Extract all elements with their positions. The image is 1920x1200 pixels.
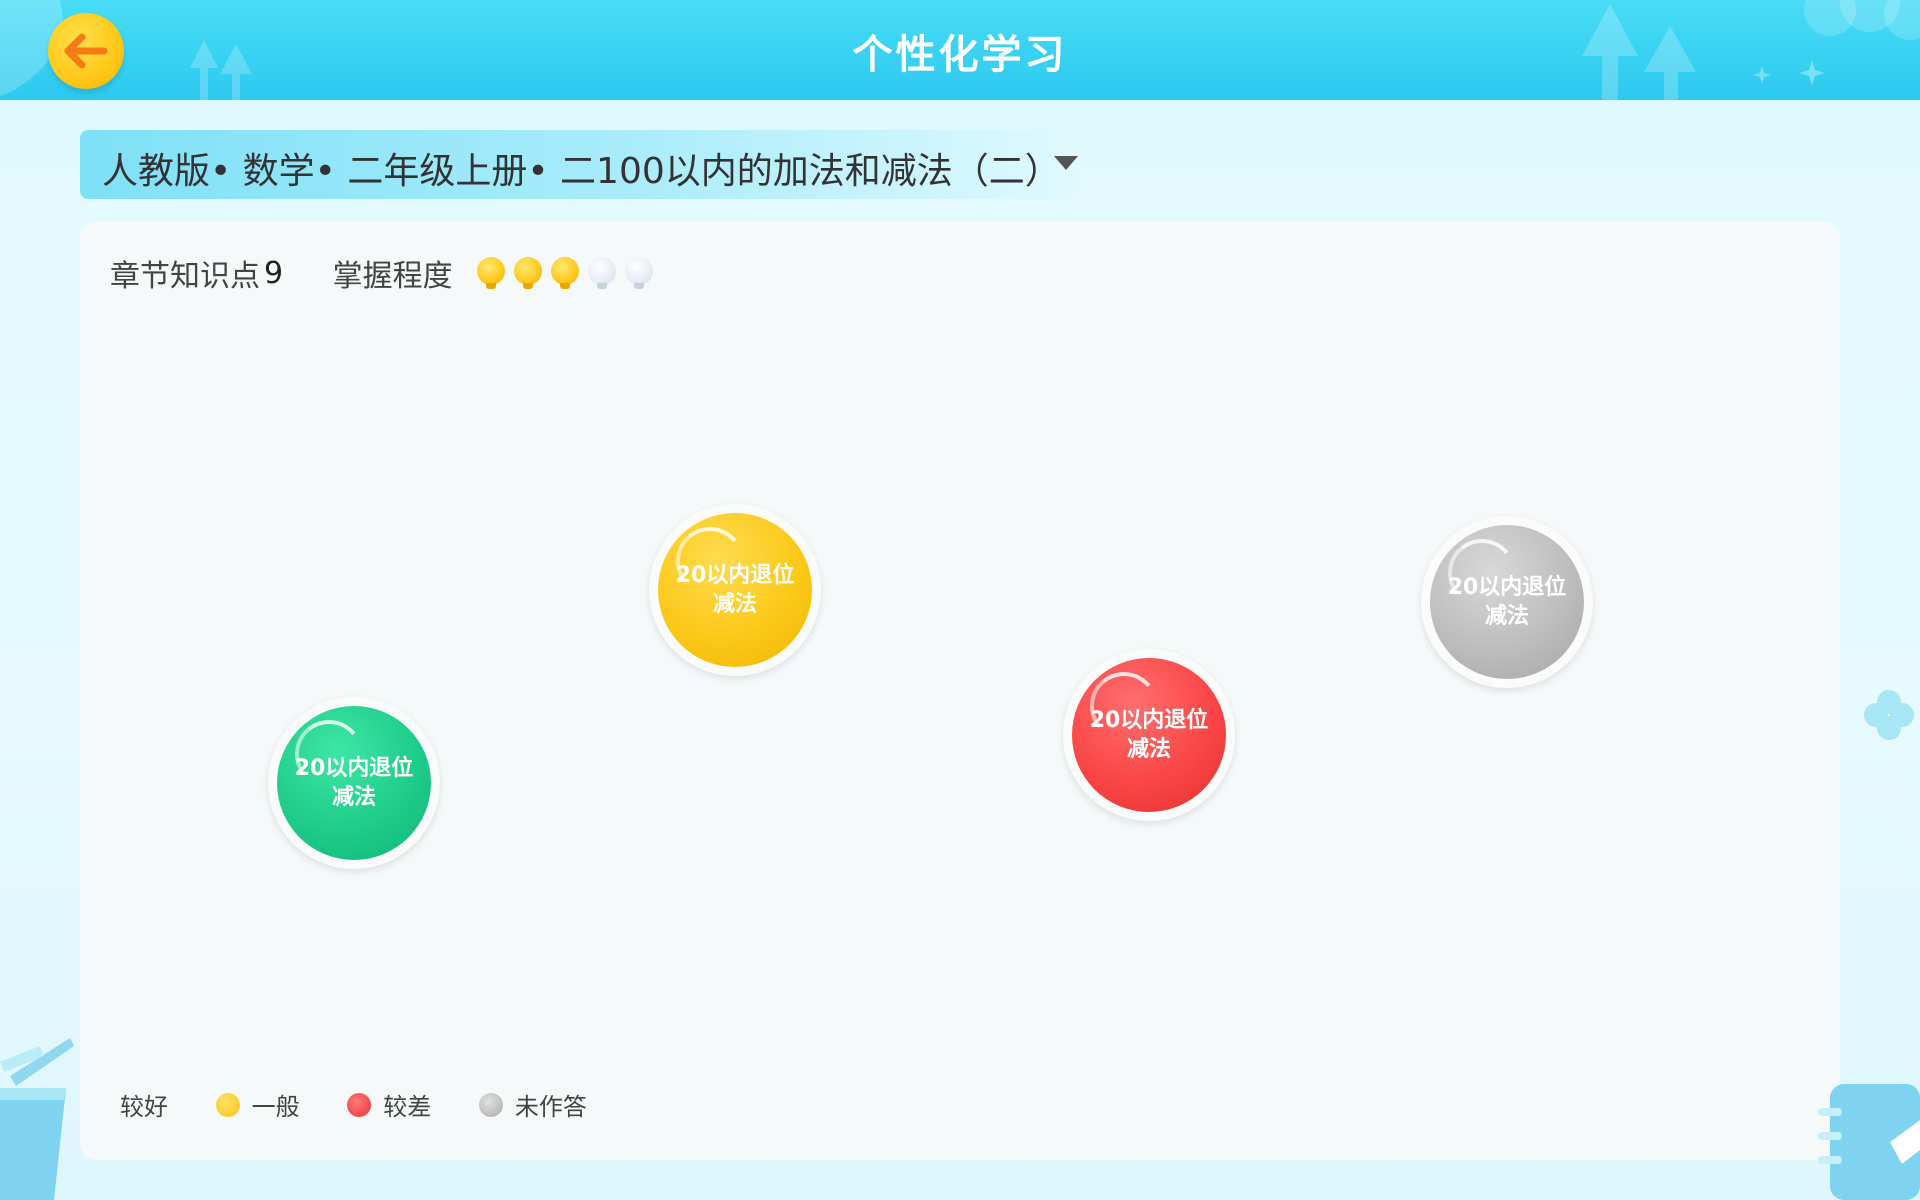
knowledge-node-label: 20以内退位减法 xyxy=(1072,658,1226,812)
knowledge-node-label: 20以内退位减法 xyxy=(277,706,431,860)
page-title: 个性化学习 xyxy=(852,32,1068,78)
yellow-dot-icon xyxy=(215,1092,240,1117)
mastery-label: 掌握程度 xyxy=(332,259,453,294)
legend-good: 较好 xyxy=(120,1093,168,1121)
status-legend: 较好 一般 较差 未作答 xyxy=(120,1087,627,1122)
knowledge-node-label: 20以内退位减法 xyxy=(658,513,812,667)
knowledge-node-average[interactable]: 20以内退位减法 xyxy=(649,504,821,676)
pencil-cup-decoration-icon xyxy=(0,1038,74,1200)
unlit-bulb-icon xyxy=(587,256,617,291)
legend-average: 一般 xyxy=(215,1087,300,1122)
legend-unanswered: 未作答 xyxy=(478,1087,587,1122)
caret-down-icon xyxy=(1054,156,1078,170)
textbook-chapter-selector[interactable]: 人教版• 数学• 二年级上册• 二100以内的加法和减法（二） xyxy=(80,130,1080,199)
knowledge-points-count: 9 xyxy=(264,255,284,291)
knowledge-map-panel: 章节知识点 9 掌握程度 20以内退位减法 20以内退位减法 20以内退位减法 2… xyxy=(80,221,1840,1160)
knowledge-points-label: 章节知识点 xyxy=(110,259,260,294)
selector-text: 人教版• 数学• 二年级上册• 二100以内的加法和减法（二） xyxy=(102,151,1061,192)
notebook-decoration-icon xyxy=(1818,1084,1920,1200)
knowledge-node-poor[interactable]: 20以内退位减法 xyxy=(1063,649,1235,821)
knowledge-node-label: 20以内退位减法 xyxy=(1430,525,1584,679)
mastery-rating xyxy=(476,255,661,291)
lit-bulb-icon xyxy=(550,256,580,291)
unlit-bulb-icon xyxy=(624,256,654,291)
legend-poor: 较差 xyxy=(347,1087,431,1122)
chapter-stats: 章节知识点 9 掌握程度 xyxy=(110,251,661,294)
lit-bulb-icon xyxy=(476,256,506,291)
knowledge-node-good[interactable]: 20以内退位减法 xyxy=(268,697,440,869)
app-header: 个性化学习 xyxy=(0,0,1920,100)
knowledge-node-unanswered[interactable]: 20以内退位减法 xyxy=(1421,516,1593,688)
clover-decoration-icon xyxy=(1864,690,1914,740)
lit-bulb-icon xyxy=(513,256,543,291)
red-dot-icon xyxy=(347,1092,372,1117)
gray-dot-icon xyxy=(478,1092,503,1117)
